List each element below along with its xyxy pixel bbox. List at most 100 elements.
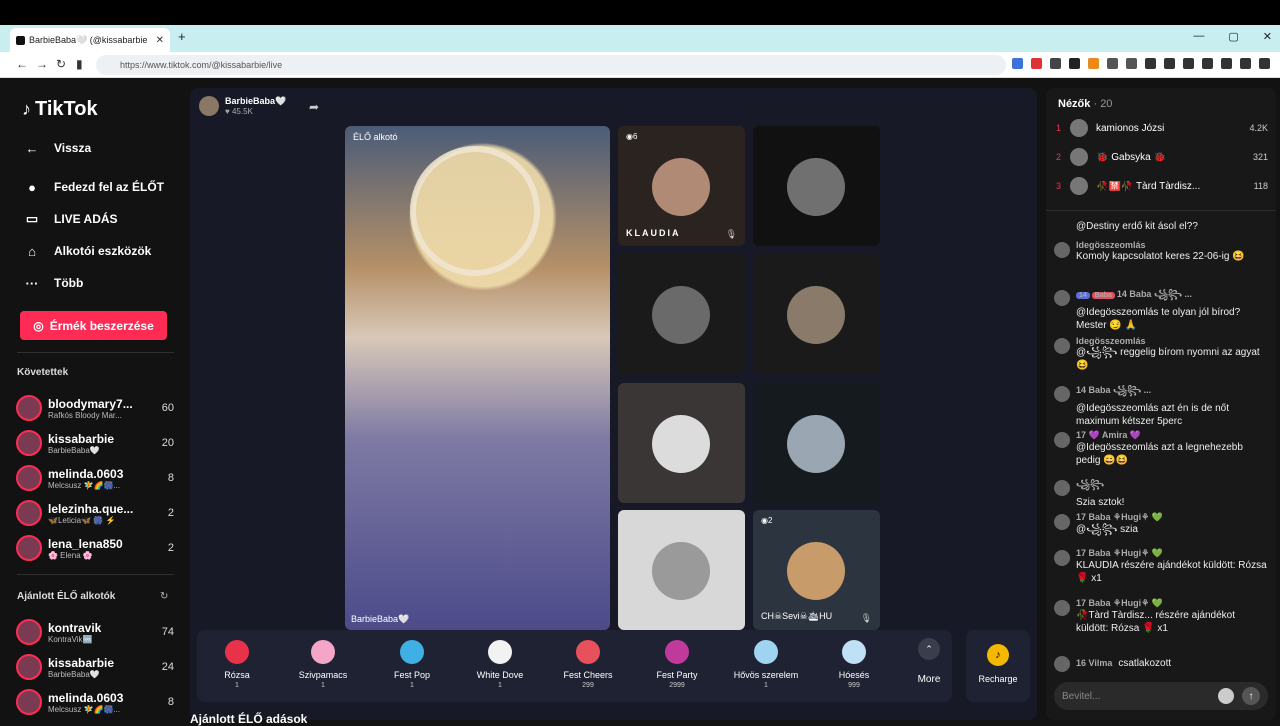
gift-item[interactable]: White Dove 1 [460, 630, 540, 702]
main-video[interactable]: ÉLŐ alkotó BarbieBaba🤍 [345, 126, 610, 630]
gift-item[interactable]: Hóesés 999 [814, 630, 894, 702]
recommended-item[interactable]: kissabarbie BarbieBaba🤍 24 [16, 651, 174, 683]
download-icon[interactable] [1202, 58, 1213, 69]
join-icon [1054, 656, 1070, 672]
gift-item[interactable]: Fest Pop 1 [372, 630, 452, 702]
guest-tile[interactable] [753, 254, 880, 374]
maximize-button[interactable]: ▢ [1228, 30, 1238, 43]
extension-icon[interactable] [1107, 58, 1118, 69]
viewer-count: 8 [167, 472, 174, 484]
chat-message: 17 💜 Amira 💜 @Idegösszeomlás azt a legne… [1054, 430, 1270, 467]
avatar[interactable] [1054, 514, 1070, 530]
reload-icon[interactable]: ↻ [56, 57, 66, 71]
gift-item[interactable]: Fest Cheers 299 [548, 630, 628, 702]
chat-user[interactable]: Idegösszeomlás [1076, 336, 1270, 346]
avatar[interactable] [1054, 386, 1070, 402]
forward-icon[interactable]: → [36, 57, 48, 71]
chat-user[interactable]: 17 💜 Amira 💜 [1076, 430, 1270, 441]
guest-tile[interactable] [753, 383, 880, 503]
extension-icon[interactable] [1126, 58, 1137, 69]
profile-icon[interactable] [1240, 58, 1251, 69]
chat-text: Szia sztok! [1076, 497, 1125, 508]
following-item[interactable]: lelezinha.que... 🦋Leticia🦋 🎆 ⚡ 2 [16, 497, 174, 529]
gift-item[interactable]: Szivpamacs 1 [283, 630, 363, 702]
guest-tile[interactable] [618, 510, 745, 630]
avatar [1070, 148, 1088, 166]
wallet-icon[interactable] [1183, 58, 1194, 69]
extension-icon[interactable] [1088, 58, 1099, 69]
nav-explore-live[interactable]: ● Fedezd fel az ÉLŐT [22, 177, 164, 197]
more-gifts-button[interactable]: ⌃ More [909, 638, 949, 685]
sidebar-icon[interactable] [1164, 58, 1175, 69]
gift-price: 1 [764, 682, 768, 689]
back-icon[interactable]: ← [16, 57, 28, 71]
chat-user[interactable]: 14 Baba 14 Baba ꧁꧂ ... [1076, 288, 1270, 306]
guest-tile[interactable] [618, 254, 745, 374]
host-info[interactable]: BarbieBaba🤍 ♥ 45.5K [199, 96, 286, 116]
avatar[interactable] [1054, 432, 1070, 448]
avatar[interactable] [1054, 480, 1070, 496]
nav-creator-tools[interactable]: ⌂ Alkotói eszközök [22, 241, 151, 261]
chat-user[interactable]: 17 Baba ⚘Hugi⚘ 💚 [1076, 598, 1270, 609]
guest-tile[interactable] [753, 126, 880, 246]
shield-icon[interactable] [1221, 58, 1232, 69]
guest-tile[interactable]: ◉2 CH☠Sevi☠🛳HU 🎙 [753, 510, 880, 630]
extension-icon[interactable] [1031, 58, 1042, 69]
menu-icon[interactable] [1259, 58, 1270, 69]
recharge-button[interactable]: ♪ Recharge [966, 630, 1030, 702]
minimize-button[interactable]: — [1193, 30, 1204, 43]
send-icon[interactable]: ↑ [1242, 687, 1260, 705]
share-icon[interactable]: ➦ [309, 100, 319, 114]
music-icon[interactable] [1145, 58, 1156, 69]
chat-user[interactable]: ꧁꧂ [1076, 478, 1270, 496]
gift-item[interactable]: Hővös szerelem 1 [726, 630, 806, 702]
avatar[interactable] [1054, 290, 1070, 306]
avatar[interactable] [1054, 242, 1070, 258]
close-window-button[interactable]: ✕ [1263, 30, 1272, 43]
following-item[interactable]: kissabarbie BarbieBaba🤍 20 [16, 427, 174, 459]
recommended-title: Ajánlott ÉLŐ alkotók [17, 591, 116, 602]
viewer-row[interactable]: 1 kamionos Józsi 4.2K [1056, 118, 1268, 138]
nav-go-live[interactable]: ▭ LIVE ADÁS [22, 209, 118, 229]
chat-input[interactable]: Bevitel... ↑ [1054, 682, 1268, 710]
emoji-icon[interactable] [1218, 688, 1234, 704]
following-item[interactable]: melinda.0603 Melcsusz 🧚🌈🎆... 8 [16, 462, 174, 494]
nav-more[interactable]: ··· Több [22, 273, 84, 293]
chat-message: 14 Baba ꧁꧂ ... @Idegösszeomlás azt én is… [1054, 384, 1270, 428]
guest-avatar [787, 542, 845, 600]
refresh-icon[interactable]: ↻ [160, 591, 168, 602]
chat-user[interactable]: 16 Vilma [1076, 658, 1112, 668]
guest-tile[interactable] [618, 383, 745, 503]
extension-icon[interactable] [1050, 58, 1061, 69]
extension-icon[interactable] [1012, 58, 1023, 69]
viewer-row[interactable]: 3 🥀🈲🥀 Tàrd Tàrdisz... 118 [1056, 176, 1268, 196]
viewer-rank: 3 [1056, 181, 1062, 191]
divider [17, 352, 174, 353]
gift-name: Rózsa [224, 670, 250, 680]
gift-bar: Rózsa 1 Szivpamacs 1 Fest Pop 1 White Do… [197, 630, 952, 702]
guest-tile[interactable]: ◉6 KLAUDIA 🎙 [618, 126, 745, 246]
close-tab-icon[interactable]: ✕ [156, 35, 164, 46]
recommended-item[interactable]: kontravik KontraVik🆒 74 [16, 616, 174, 648]
chat-user[interactable]: 17 Baba ⚘Hugi⚘ 💚 [1076, 512, 1270, 523]
new-tab-button[interactable]: + [178, 29, 186, 44]
gift-item[interactable]: Rózsa 1 [197, 630, 277, 702]
get-coins-button[interactable]: ◎ Érmék beszerzése [20, 311, 167, 340]
recommended-item[interactable]: melinda.0603 Melcsusz 🧚🌈🎆... 8 [16, 686, 174, 718]
extension-icon[interactable] [1069, 58, 1080, 69]
party-gift-icon [665, 640, 689, 664]
chat-user[interactable]: 17 Baba ⚘Hugi⚘ 💚 [1076, 548, 1270, 559]
recommended-lives-title: Ajánlott ÉLŐ adások [190, 712, 308, 726]
following-item[interactable]: lena_lena850 🌸 Elena 🌸 2 [16, 532, 174, 564]
nav-back[interactable]: ← Vissza [22, 138, 92, 158]
following-item[interactable]: bloodymary7... Rafkós Bloody Mar... 60 [16, 392, 174, 424]
tiktok-logo[interactable]: ♪ TikTok [22, 98, 98, 121]
bookmark-icon[interactable]: ▮ [76, 57, 83, 71]
gift-item[interactable]: Fest Party 2999 [637, 630, 717, 702]
viewer-row[interactable]: 2 🐞 Gabsyka 🐞 321 [1056, 147, 1268, 167]
chat-user[interactable]: Idegösszeomlás [1076, 240, 1270, 250]
url-field[interactable]: https://www.tiktok.com/@kissabarbie/live [96, 55, 1006, 75]
avatar[interactable] [1054, 338, 1070, 354]
chat-user[interactable]: 14 Baba ꧁꧂ ... [1076, 384, 1270, 402]
browser-tab[interactable]: BarbieBaba🤍 (@kissabarbie ✕ [10, 28, 170, 52]
